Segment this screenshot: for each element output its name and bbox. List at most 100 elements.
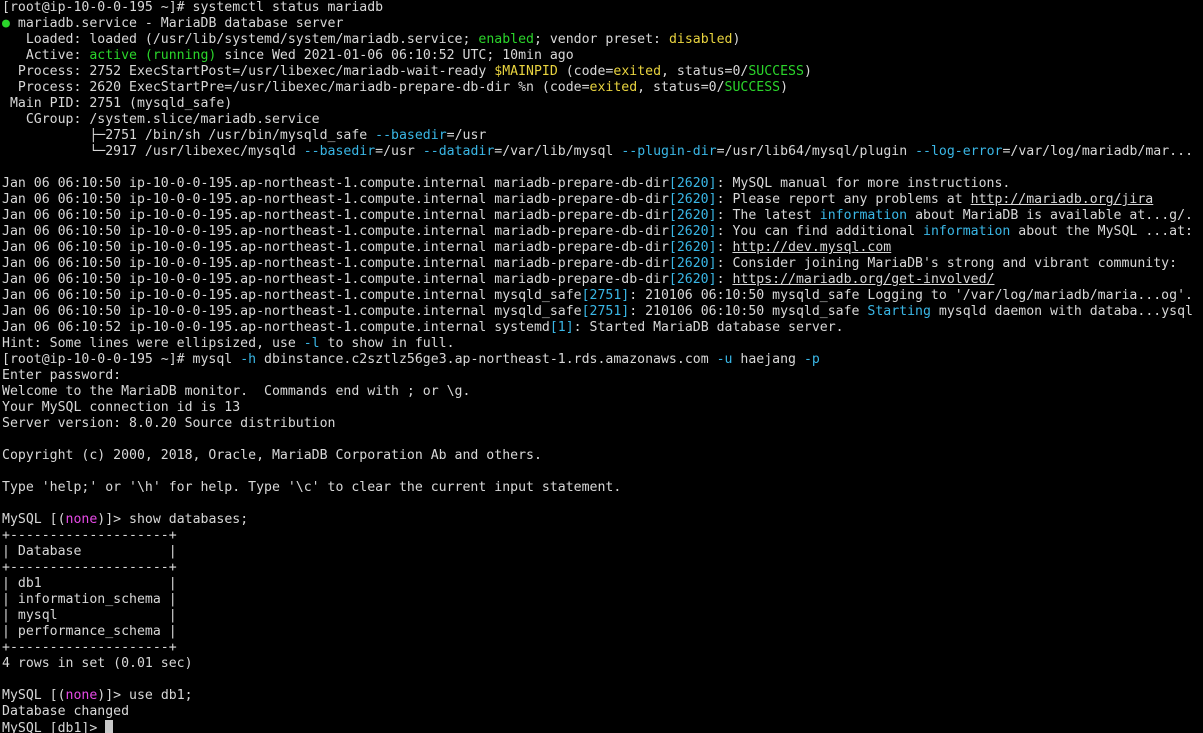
terminal-text: Main PID: 2751 (mysqld_safe) [2, 96, 233, 111]
terminal-line: Loaded: loaded (/usr/lib/systemd/system/… [2, 32, 1203, 48]
terminal-line: Enter password: [2, 368, 1203, 384]
terminal-line: | Database | [2, 544, 1203, 560]
terminal-link[interactable]: http://dev.mysql.com [732, 240, 891, 255]
terminal-line: +--------------------+ [2, 560, 1203, 576]
terminal-text: Welcome to the MariaDB monitor. Commands… [2, 384, 471, 399]
terminal-line: 4 rows in set (0.01 sec) [2, 656, 1203, 672]
terminal-text: Active: [2, 48, 90, 63]
terminal-text: SUCCESS [748, 64, 804, 79]
terminal-text: Jan 06 06:10:50 ip-10-0-0-195.ap-northea… [2, 208, 669, 223]
terminal-text: ● [2, 16, 10, 31]
terminal-text: Jan 06 06:10:52 ip-10-0-0-195.ap-northea… [2, 320, 550, 335]
terminal-text: MySQL [( [2, 512, 66, 527]
terminal-text: Jan 06 06:10:50 ip-10-0-0-195.ap-northea… [2, 304, 582, 319]
terminal-text: Your MySQL connection id is 13 [2, 400, 241, 415]
terminal-line: Main PID: 2751 (mysqld_safe) [2, 96, 1203, 112]
terminal-line: Database changed [2, 704, 1203, 720]
terminal-line: Server version: 8.0.20 Source distributi… [2, 416, 1203, 432]
terminal-text: Type 'help;' or '\h' for help. Type '\c'… [2, 480, 622, 495]
terminal-text: Database changed [2, 704, 130, 719]
terminal-text: [2620] [668, 176, 717, 191]
terminal-text: ) [732, 32, 741, 47]
terminal-link[interactable]: http://mariadb.org/jira [971, 192, 1154, 207]
terminal-line: └─2917 /usr/libexec/mysqld --basedir=/us… [2, 144, 1203, 160]
terminal-line: Jan 06 06:10:50 ip-10-0-0-195.ap-northea… [2, 256, 1203, 272]
terminal-text: , status=0/ [661, 64, 749, 79]
terminal-text: ) [780, 80, 789, 95]
terminal-text: Jan 06 06:10:50 ip-10-0-0-195.ap-northea… [2, 224, 669, 239]
terminal-text: Hint: Some lines were ellipsized, use [2, 336, 304, 351]
terminal-line: | performance_schema | [2, 624, 1203, 640]
terminal-text: --plugin-dir [621, 144, 717, 159]
terminal-text: haejang [732, 352, 804, 367]
terminal-text: : Started MariaDB database server. [573, 320, 844, 335]
terminal-link[interactable]: https://mariadb.org/get-involved/ [732, 272, 994, 287]
terminal-text: active (running) [89, 48, 217, 63]
terminal-text: Process: 2752 ExecStartPost=/usr/libexec… [2, 64, 495, 79]
terminal-text: [2620] [668, 192, 717, 207]
terminal-text: : Consider joining MariaDB's strong and … [716, 256, 1178, 271]
terminal-line: | mysql | [2, 608, 1203, 624]
terminal-text: -l [303, 336, 320, 351]
terminal-text: | mysql | [2, 608, 177, 623]
terminal-line: MySQL [db1]> [2, 720, 1203, 733]
terminal-window[interactable]: [root@ip-10-0-0-195 ~]# systemctl status… [0, 0, 1203, 733]
terminal-text: --log-error [915, 144, 1003, 159]
terminal-line: Jan 06 06:10:50 ip-10-0-0-195.ap-northea… [2, 288, 1203, 304]
terminal-line: Jan 06 06:10:50 ip-10-0-0-195.ap-northea… [2, 208, 1203, 224]
terminal-line: CGroup: /system.slice/mariadb.service [2, 112, 1203, 128]
terminal-text: | db1 | [2, 576, 177, 591]
terminal-text: Jan 06 06:10:50 ip-10-0-0-195.ap-northea… [2, 192, 669, 207]
terminal-text: [root@ip-10-0-0-195 ~]# mysql [2, 352, 241, 367]
terminal-text: +--------------------+ [2, 640, 177, 655]
terminal-text: | Database | [2, 544, 177, 559]
terminal-text: : 210106 06:10:50 mysqld_safe [629, 304, 868, 319]
terminal-text: : You can find additional [716, 224, 923, 239]
terminal-text: none [65, 688, 98, 703]
terminal-text: | information_schema | [2, 592, 177, 607]
terminal-line: Welcome to the MariaDB monitor. Commands… [2, 384, 1203, 400]
terminal-text: about the MySQL ...at: [1010, 224, 1193, 239]
terminal-text: [2620] [668, 240, 717, 255]
terminal-text: Loaded: loaded (/usr/lib/systemd/system/… [2, 32, 479, 47]
terminal-text: MySQL [db1]> [2, 721, 106, 733]
terminal-line: Jan 06 06:10:50 ip-10-0-0-195.ap-northea… [2, 304, 1203, 320]
terminal-text: Server version: 8.0.20 Source distributi… [2, 416, 336, 431]
terminal-text: enabled [478, 32, 534, 47]
terminal-text: [2620] [668, 272, 717, 287]
terminal-line: | information_schema | [2, 592, 1203, 608]
terminal-text: ; vendor preset: [533, 32, 669, 47]
terminal-line: Jan 06 06:10:52 ip-10-0-0-195.ap-northea… [2, 320, 1203, 336]
terminal-text: , status=0/ [637, 80, 725, 95]
terminal-text: Starting [867, 304, 931, 319]
terminal-text: CGroup: /system.slice/mariadb.service [2, 112, 320, 127]
terminal-text: =/var/log/mariadb/mar... [1002, 144, 1194, 159]
terminal-line: Jan 06 06:10:50 ip-10-0-0-195.ap-northea… [2, 240, 1203, 256]
terminal-text: ) [803, 64, 812, 79]
terminal-line: Jan 06 06:10:50 ip-10-0-0-195.ap-northea… [2, 272, 1203, 288]
terminal-line: | db1 | [2, 576, 1203, 592]
terminal-line: MySQL [(none)]> use db1; [2, 688, 1203, 704]
terminal-text: Jan 06 06:10:50 ip-10-0-0-195.ap-northea… [2, 240, 669, 255]
terminal-text: : MySQL manual for more instructions. [716, 176, 1011, 191]
terminal-line: Jan 06 06:10:50 ip-10-0-0-195.ap-northea… [2, 224, 1203, 240]
terminal-text: Enter password: [2, 368, 122, 383]
terminal-line: Process: 2752 ExecStartPost=/usr/libexec… [2, 64, 1203, 80]
terminal-text: [2620] [668, 256, 717, 271]
terminal-text: : [716, 272, 733, 287]
terminal-text: └─2917 /usr/libexec/mysqld [2, 144, 304, 159]
terminal-line: Jan 06 06:10:50 ip-10-0-0-195.ap-northea… [2, 192, 1203, 208]
terminal-text: disabled [668, 32, 733, 47]
terminal-text: mysqld daemon with databa...ysql [930, 304, 1193, 319]
terminal-text: 4 rows in set (0.01 sec) [2, 656, 193, 671]
terminal-line: Active: active (running) since Wed 2021-… [2, 48, 1203, 64]
terminal-text: to show in full. [319, 336, 455, 351]
terminal-text: =/var/lib/mysql [494, 144, 622, 159]
terminal-line: ├─2751 /bin/sh /usr/bin/mysqld_safe --ba… [2, 128, 1203, 144]
terminal-text: information [819, 208, 908, 223]
terminal-text: =/usr/lib64/mysql/plugin [716, 144, 916, 159]
